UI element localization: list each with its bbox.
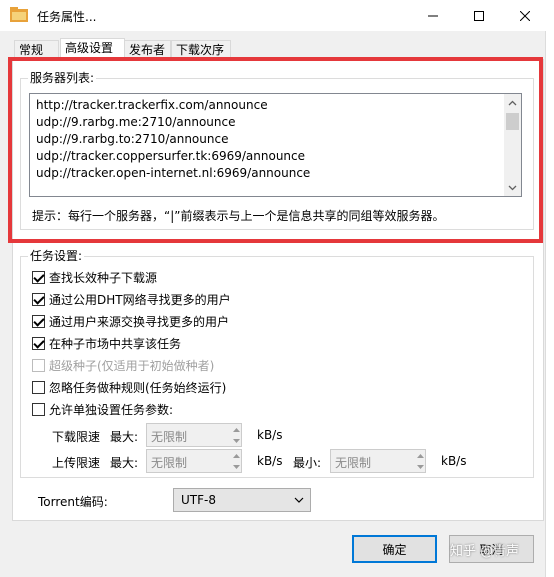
cancel-button[interactable]: 取消 (449, 535, 534, 563)
close-button[interactable] (502, 0, 548, 31)
option-label: 忽略任务做种规则(任务始终运行) (49, 380, 227, 395)
background-window-edge (545, 31, 554, 577)
upload-min-unit: kB/s (441, 454, 467, 468)
chevron-down-icon (294, 497, 304, 503)
encoding-label: Torrent编码: (38, 495, 108, 509)
spin-down-icon[interactable] (231, 435, 241, 446)
scroll-up-icon[interactable] (504, 94, 521, 111)
server-hint: 提示：每行一个服务器，“|”前缀表示与上一个是信息共享的同组等效服务器。 (32, 209, 445, 223)
option-long-seed[interactable]: 查找长效种子下载源 (32, 268, 157, 286)
server-list-title: 服务器列表: (28, 69, 97, 86)
server-line: udp://9.rarbg.me:2710/announce (36, 115, 236, 129)
maximize-button[interactable] (456, 0, 502, 31)
option-label: 通过公用DHT网络寻找更多的用户 (49, 292, 231, 307)
tab-publisher[interactable]: 发布者 (124, 40, 171, 60)
upload-limit-label: 上传限速 (52, 456, 101, 470)
checkbox[interactable] (32, 270, 45, 284)
tab-general[interactable]: 常规 (14, 40, 59, 60)
close-icon (520, 10, 530, 21)
spin-down-icon[interactable] (231, 461, 241, 472)
checkbox[interactable] (32, 336, 45, 350)
server-line: udp://tracker.coppersurfer.tk:6969/annou… (36, 149, 306, 163)
download-limit-label: 下载限速 (52, 430, 101, 444)
encoding-select[interactable]: UTF-8 (173, 488, 311, 512)
ok-button[interactable]: 确定 (352, 535, 437, 563)
server-line: http://tracker.trackerfix.com/announce (36, 98, 268, 112)
option-pex[interactable]: 通过用户来源交换寻找更多的用户 (32, 312, 229, 330)
task-properties-window: 任务属性... 常规 高级设置 发布者 下载次序 服务器列表: http://t… (0, 0, 554, 577)
download-max-stepper[interactable]: 无限制 (146, 423, 242, 447)
option-label: 超级种子(仅适用于初始做种者) (49, 358, 215, 373)
scroll-down-icon[interactable] (504, 179, 521, 196)
server-list-textarea[interactable]: http://tracker.trackerfix.com/announce u… (29, 93, 522, 197)
checkbox[interactable] (32, 292, 45, 306)
download-unit: kB/s (257, 428, 283, 442)
checkbox (32, 358, 45, 372)
window-title: 任务属性... (37, 10, 97, 24)
server-line: udp://tracker.open-internet.nl:6969/anno… (36, 166, 311, 180)
tab-download-order[interactable]: 下载次序 (171, 40, 231, 60)
checkbox[interactable] (32, 314, 45, 328)
spin-up-icon[interactable] (231, 450, 241, 461)
upload-unit: kB/s (257, 454, 283, 468)
checkbox[interactable] (32, 402, 45, 416)
upload-min-label: 最小: (293, 456, 322, 470)
server-list-scrollbar[interactable] (504, 94, 521, 196)
encoding-value: UTF-8 (181, 493, 216, 507)
download-max-value: 无限制 (151, 430, 188, 444)
option-label: 允许单独设置任务参数: (49, 402, 174, 417)
spin-up-icon[interactable] (415, 450, 425, 461)
server-line: udp://9.rarbg.to:2710/announce (36, 132, 229, 146)
scrollbar-thumb[interactable] (506, 113, 519, 130)
download-max-label: 最大: (110, 430, 139, 444)
upload-max-stepper[interactable]: 无限制 (146, 449, 242, 473)
spin-down-icon[interactable] (415, 461, 425, 472)
utorrent-icon (10, 7, 28, 23)
option-dht[interactable]: 通过公用DHT网络寻找更多的用户 (32, 290, 231, 308)
task-settings-title: 任务设置: (28, 247, 85, 264)
option-ignore-seed-rules[interactable]: 忽略任务做种规则(任务始终运行) (32, 378, 226, 396)
upload-min-value: 无限制 (335, 456, 372, 470)
checkbox[interactable] (32, 380, 45, 394)
upload-max-label: 最大: (110, 456, 139, 470)
option-super-seed: 超级种子(仅适用于初始做种者) (32, 356, 214, 374)
title-bar[interactable]: 任务属性... (0, 0, 554, 31)
option-per-task-params[interactable]: 允许单独设置任务参数: (32, 400, 173, 418)
minimize-icon (428, 15, 438, 16)
minimize-button[interactable] (410, 0, 456, 31)
option-label: 在种子市场中共享该任务 (49, 336, 182, 351)
upload-max-value: 无限制 (151, 456, 188, 470)
option-label: 查找长效种子下载源 (49, 270, 158, 285)
maximize-icon (474, 10, 484, 21)
spin-up-icon[interactable] (231, 424, 241, 435)
option-share-market[interactable]: 在种子市场中共享该任务 (32, 334, 181, 352)
tab-advanced[interactable]: 高级设置 (60, 38, 125, 60)
option-label: 通过用户来源交换寻找更多的用户 (49, 314, 230, 329)
upload-min-stepper[interactable]: 无限制 (330, 449, 426, 473)
